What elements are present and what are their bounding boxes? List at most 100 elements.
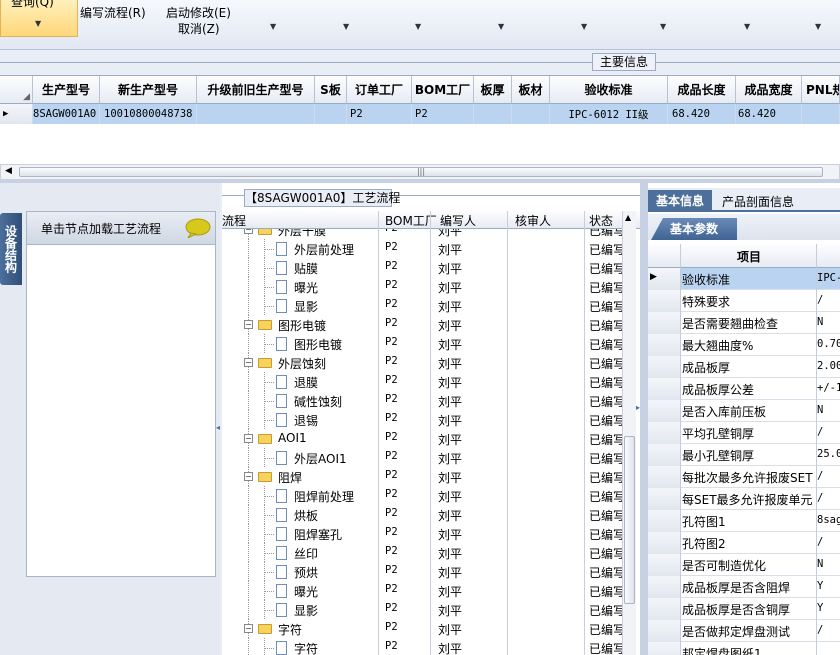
tree-row[interactable]: 阻焊塞孔 P2 刘平 已编写 xyxy=(222,524,622,543)
row-selector[interactable] xyxy=(645,356,681,378)
prop-value[interactable]: N xyxy=(817,558,840,570)
row-selector[interactable] xyxy=(645,532,681,554)
tab-device-structure[interactable]: 设备结构 xyxy=(0,213,22,285)
prop-value[interactable]: / xyxy=(817,624,840,636)
row-selector[interactable] xyxy=(645,620,681,642)
column-header[interactable]: 订单工厂 xyxy=(347,76,412,104)
chevron-down-icon[interactable]: ▼ xyxy=(498,22,504,31)
row-selector[interactable] xyxy=(645,444,681,466)
chevron-down-icon[interactable]: ▼ xyxy=(415,22,421,31)
row-selector[interactable] xyxy=(645,400,681,422)
tree-row[interactable]: 碱性蚀刻 P2 刘平 已编写 xyxy=(222,391,622,410)
tree-row[interactable]: 预烘 P2 刘平 已编写 xyxy=(222,562,622,581)
splitter[interactable] xyxy=(640,183,645,655)
tab-basic-info[interactable]: 基本信息 xyxy=(648,190,712,212)
prop-row[interactable]: 成品板厚公差 +/-1 xyxy=(645,378,840,400)
prop-row[interactable]: 成品板厚 2.00 xyxy=(645,356,840,378)
row-selector[interactable]: ▶ xyxy=(645,268,681,290)
tree-row[interactable]: 阻焊前处理 P2 刘平 已编写 xyxy=(222,486,622,505)
chevron-down-icon[interactable]: ▼ xyxy=(581,22,587,31)
row-selector[interactable] xyxy=(645,510,681,532)
table-cell[interactable]: 68.420 xyxy=(668,104,736,124)
row-selector[interactable] xyxy=(645,378,681,400)
table-cell[interactable]: 10010800048738 xyxy=(100,104,197,124)
table-cell[interactable]: P2 xyxy=(347,104,412,124)
table-cell[interactable] xyxy=(474,104,512,124)
column-header[interactable]: 验收标准 xyxy=(550,76,668,104)
tree-row[interactable]: 图形电镀 P2 刘平 已编写 xyxy=(222,334,622,353)
column-header[interactable]: 新生产型号 xyxy=(100,76,197,104)
prop-value[interactable]: / xyxy=(817,426,840,438)
prop-row[interactable]: 是否入库前压板 N xyxy=(645,400,840,422)
column-header[interactable]: 成品长度 xyxy=(668,76,736,104)
collapse-icon[interactable]: − xyxy=(244,320,253,329)
tree-row[interactable]: − 外层蚀刻 P2 刘平 已编写 xyxy=(222,353,622,372)
prop-row[interactable]: 每批次最多允许报废SET / xyxy=(645,466,840,488)
prop-value[interactable]: / xyxy=(817,536,840,548)
row-selector[interactable] xyxy=(645,290,681,312)
table-cell[interactable] xyxy=(197,104,315,124)
column-header[interactable]: 生产型号 xyxy=(33,76,100,104)
row-selector[interactable] xyxy=(645,576,681,598)
prop-value[interactable]: 8sag xyxy=(817,514,840,526)
prop-grid[interactable]: ▶ 验收标准 IPC- 特殊要求 / 是否需要翘曲检查 N 最大翘曲度% 0.70 成品板厚 2.0… xyxy=(645,268,840,655)
row-selector[interactable] xyxy=(645,488,681,510)
column-header[interactable]: 流程 xyxy=(222,212,246,229)
chevron-down-icon[interactable]: ▼ xyxy=(660,22,666,31)
tree-row[interactable]: 字符 P2 刘平 已编写 xyxy=(222,638,622,655)
column-header[interactable]: 板材 xyxy=(512,76,550,104)
tree-row[interactable]: 曝光 P2 刘平 已编写 xyxy=(222,581,622,600)
row-selector[interactable] xyxy=(645,466,681,488)
prop-row[interactable]: 孔符图2 / xyxy=(645,532,840,554)
column-header[interactable]: 板厚 xyxy=(474,76,512,104)
tree-row[interactable]: − 阻焊 P2 刘平 已编写 xyxy=(222,467,622,486)
prop-value[interactable]: 0.70 xyxy=(817,338,840,350)
prop-row[interactable]: 孔符图1 8sag xyxy=(645,510,840,532)
edit-flow-button[interactable]: 编写流程(R) xyxy=(80,4,146,21)
scroll-thumb[interactable]: ||| xyxy=(19,167,823,177)
process-tree[interactable]: −外层干膜P2刘平已编写外层前处理P2刘平已编写贴膜P2刘平已编写曝光P2刘平已… xyxy=(222,229,622,655)
tree-row[interactable]: 丝印 P2 刘平 已编写 xyxy=(222,543,622,562)
prop-row[interactable]: 每SET最多允许报废单元 / xyxy=(645,488,840,510)
column-header[interactable]: S板 xyxy=(315,76,347,104)
prop-value[interactable]: N xyxy=(817,404,840,416)
table-cell[interactable] xyxy=(315,104,347,124)
horizontal-scrollbar[interactable]: ◀ ||| xyxy=(0,164,840,180)
scroll-left-icon[interactable]: ◀ xyxy=(5,166,12,176)
table-cell[interactable]: 68.420 xyxy=(736,104,802,124)
sub-tab-basic-params[interactable]: 基本参数 xyxy=(651,218,737,240)
tree-row[interactable]: − AOI1 P2 刘平 已编写 xyxy=(222,429,622,448)
row-selector[interactable]: ▶ xyxy=(0,104,33,124)
tree-row[interactable]: 退锡 P2 刘平 已编写 xyxy=(222,410,622,429)
column-header[interactable]: 编写人 xyxy=(440,212,476,229)
prop-row[interactable]: 平均孔壁铜厚 / xyxy=(645,422,840,444)
prop-row[interactable]: 成品板厚是否含铜厚 Y xyxy=(645,598,840,620)
row-selector[interactable] xyxy=(645,334,681,356)
prop-row[interactable]: 最大翘曲度% 0.70 xyxy=(645,334,840,356)
row-selector[interactable] xyxy=(645,554,681,576)
table-cell[interactable] xyxy=(512,104,550,124)
prop-row[interactable]: 是否做邦定焊盘测试 / xyxy=(645,620,840,642)
device-tree[interactable] xyxy=(26,245,216,577)
row-selector[interactable] xyxy=(645,422,681,444)
table-cell[interactable] xyxy=(802,104,840,124)
tree-row[interactable]: − 外层干膜 P2 刘平 已编写 xyxy=(222,229,622,239)
collapse-icon[interactable]: − xyxy=(244,358,253,367)
prop-value[interactable]: Y xyxy=(817,580,840,592)
tree-row[interactable]: 曝光 P2 刘平 已编写 xyxy=(222,277,622,296)
prop-value[interactable]: N xyxy=(817,316,840,328)
tree-row[interactable]: 显影 P2 刘平 已编写 xyxy=(222,600,622,619)
cancel-button[interactable]: 取消(Z) xyxy=(178,20,220,37)
tree-row[interactable]: 外层前处理 P2 刘平 已编写 xyxy=(222,239,622,258)
chevron-down-icon[interactable]: ▼ xyxy=(343,22,349,31)
column-header[interactable]: PNL规 xyxy=(802,76,840,104)
prop-row[interactable]: 是否需要翘曲检查 N xyxy=(645,312,840,334)
start-modify-button[interactable]: 启动修改(E) xyxy=(166,4,231,21)
tree-row[interactable]: − 字符 P2 刘平 已编写 xyxy=(222,619,622,638)
tree-row[interactable]: − 图形电镀 P2 刘平 已编写 xyxy=(222,315,622,334)
splitter[interactable] xyxy=(645,183,648,655)
collapse-icon[interactable]: − xyxy=(244,472,253,481)
prop-row[interactable]: ▶ 验收标准 IPC- xyxy=(645,268,840,290)
collapse-icon[interactable]: − xyxy=(244,434,253,443)
collapse-handle[interactable]: ◂ xyxy=(216,423,220,443)
